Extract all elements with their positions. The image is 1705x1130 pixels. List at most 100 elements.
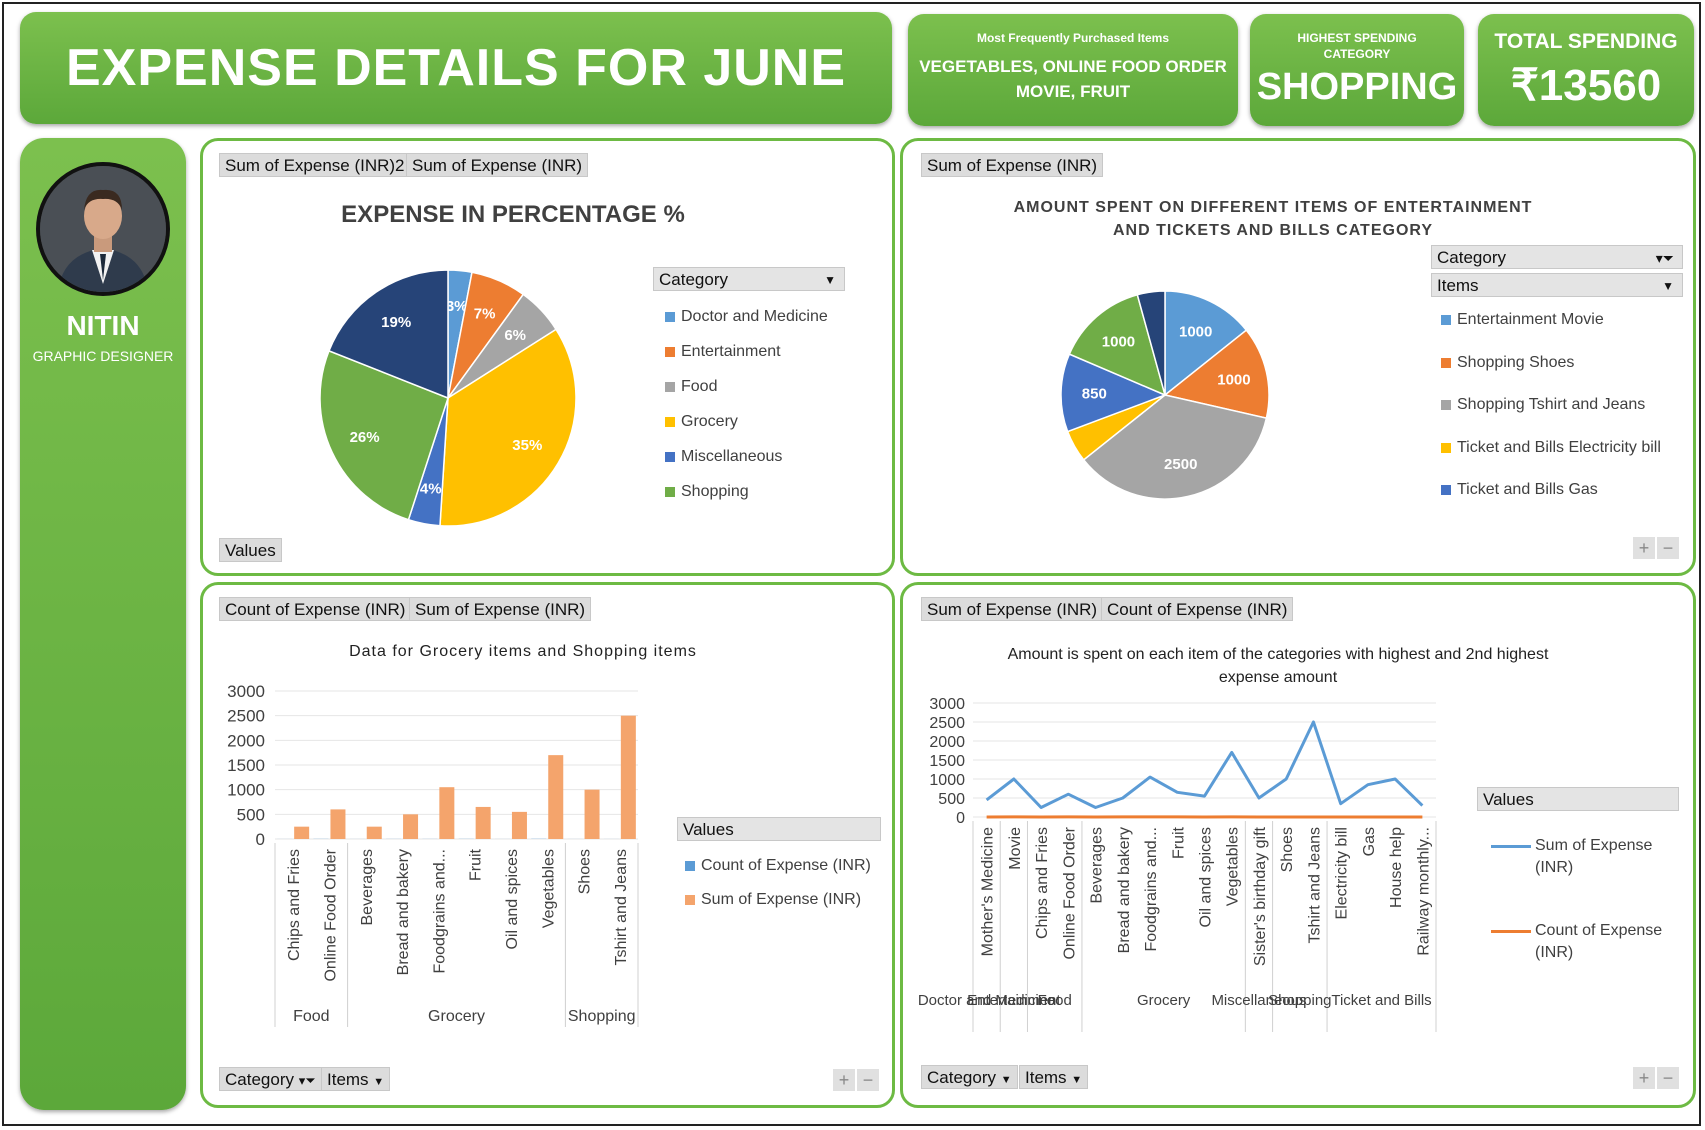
legend-entry[interactable]: Count of Expense (INR): [1491, 920, 1675, 1005]
x-tick-label: Tshirt and Jeans: [613, 849, 630, 966]
bar[interactable]: [330, 809, 346, 839]
y-tick-label: 2500: [929, 715, 965, 732]
legend-header-values: Values: [677, 817, 881, 841]
kpi-total-spending: TOTAL SPENDING ₹13560: [1478, 14, 1694, 126]
legend-entry[interactable]: Shopping Tshirt and Jeans: [1441, 384, 1661, 427]
y-tick-label: 1000: [227, 781, 265, 800]
collapse-icon[interactable]: −: [857, 1069, 879, 1091]
group-label: Food: [1038, 992, 1072, 1009]
legend-entry[interactable]: Doctor and Medicine: [665, 299, 828, 334]
page-title: EXPENSE DETAILS FOR JUNE: [65, 39, 847, 97]
pie-data-label: 1000: [1102, 334, 1135, 351]
pie-data-label: 2500: [1164, 456, 1197, 473]
axis-button-category-label: Category: [225, 1070, 294, 1089]
kpi-highest-value: SHOPPING: [1256, 66, 1458, 108]
field-button-sum-expense[interactable]: Sum of Expense (INR): [409, 597, 592, 621]
bar[interactable]: [548, 755, 564, 839]
chart4-legend: Sum of Expense (INR) Count of Expense (IN…: [1491, 835, 1675, 1005]
legend-label: Count of Expense (INR): [1535, 922, 1663, 961]
legend-entry[interactable]: Entertainment: [665, 334, 828, 369]
legend-entry[interactable]: Count of Expense (INR): [685, 849, 871, 883]
legend-entry[interactable]: Miscellaneous: [665, 439, 828, 474]
title-banner: EXPENSE DETAILS FOR JUNE: [20, 12, 892, 124]
pie-data-label: 4%: [420, 481, 442, 498]
field-button-sum-expense[interactable]: Sum of Expense (INR): [406, 153, 589, 177]
x-tick-label: Chips and Fries: [1034, 827, 1051, 939]
profile-name: NITIN: [66, 310, 140, 341]
legend-swatch: [685, 861, 695, 871]
kpi-frequent-label: Most Frequently Purchased Items: [976, 31, 1170, 45]
legend-entry[interactable]: Ticket and Bills Gas: [1441, 469, 1661, 512]
legend-label: Food: [681, 377, 718, 395]
x-tick-label: Chips and Fries: [286, 849, 303, 961]
bar[interactable]: [439, 787, 455, 839]
y-tick-label: 2000: [929, 734, 965, 751]
axis-button-items[interactable]: Items ▼: [321, 1067, 391, 1091]
legend-entry[interactable]: Food: [665, 369, 828, 404]
field-button-count-expense[interactable]: Count of Expense (INR): [1101, 597, 1294, 621]
pie-data-label: 6%: [504, 327, 526, 344]
legend-filter-category[interactable]: Category ▼: [653, 267, 845, 291]
axis-button-items-label: Items: [1025, 1068, 1067, 1087]
x-tick-label: Online Food Order: [1061, 826, 1078, 959]
field-button-sum-expense[interactable]: Sum of Expense (INR): [921, 597, 1104, 621]
field-button-count-expense[interactable]: Count of Expense (INR): [219, 597, 412, 621]
x-tick-label: Oil and spices: [1198, 827, 1215, 928]
x-tick-label: Foodgrains and...: [1143, 827, 1160, 952]
bar[interactable]: [584, 789, 600, 839]
legend-swatch: [1441, 357, 1451, 368]
field-button-sum-expense-2[interactable]: Sum of Expense (INR)2: [219, 153, 411, 177]
axis-button-category[interactable]: Category ▼: [921, 1065, 1018, 1089]
expand-icon[interactable]: +: [833, 1069, 855, 1091]
bar[interactable]: [620, 715, 636, 839]
legend-filter-category[interactable]: Category ▾⏷: [1431, 245, 1683, 269]
y-tick-label: 2500: [227, 707, 265, 726]
x-tick-label: Sister's birthday gift: [1252, 826, 1269, 966]
line-series[interactable]: [985, 720, 1424, 809]
bar[interactable]: [294, 826, 310, 839]
legend-label: Shopping Tshirt and Jeans: [1457, 396, 1646, 414]
legend-entry[interactable]: Grocery: [665, 404, 828, 439]
dropdown-arrow-icon: ▼: [1071, 1074, 1083, 1086]
collapse-icon[interactable]: −: [1657, 1067, 1679, 1089]
dropdown-arrow-icon: ▼: [1662, 279, 1674, 293]
legend-label: Entertainment: [681, 342, 781, 360]
pie-data-label: 35%: [512, 437, 542, 454]
group-label: Ticket and Bills: [1331, 992, 1431, 1009]
legend-swatch: [1441, 400, 1451, 411]
dropdown-arrow-icon: ▼: [824, 273, 836, 287]
x-tick-label: House help: [1388, 827, 1405, 908]
values-button[interactable]: Values: [219, 538, 282, 562]
field-button-sum-expense[interactable]: Sum of Expense (INR): [921, 153, 1104, 177]
bar[interactable]: [366, 826, 382, 839]
y-tick-label: 500: [938, 791, 965, 808]
bar[interactable]: [403, 814, 419, 839]
axis-button-items[interactable]: Items ▼: [1019, 1065, 1089, 1089]
kpi-total-value: ₹13560: [1510, 61, 1662, 110]
expand-icon[interactable]: +: [1633, 537, 1655, 559]
y-tick-label: 500: [237, 805, 265, 824]
bar[interactable]: [475, 806, 491, 839]
legend-entry[interactable]: Shopping: [665, 474, 828, 509]
pie-data-label: 1000: [1217, 371, 1250, 388]
legend-filter-items[interactable]: Items ▼: [1431, 273, 1683, 297]
legend-entry[interactable]: Shopping Shoes: [1441, 342, 1661, 385]
legend-entry[interactable]: Ticket and Bills Electricity bill: [1441, 427, 1661, 470]
x-tick-label: Bread and bakery: [395, 849, 412, 975]
legend-entry[interactable]: Sum of Expense (INR): [685, 883, 871, 917]
legend-line-marker: [1491, 930, 1531, 933]
x-tick-label: Shoes: [577, 849, 594, 894]
legend-entry[interactable]: Sum of Expense (INR): [1491, 835, 1675, 920]
expand-icon[interactable]: +: [1633, 1067, 1655, 1089]
kpi-total-label: TOTAL SPENDING: [1494, 30, 1678, 53]
collapse-icon[interactable]: −: [1657, 537, 1679, 559]
legend-header-items: Items: [1437, 276, 1479, 295]
legend-entry[interactable]: Entertainment Movie: [1441, 299, 1661, 342]
pie-data-label: 850: [1082, 385, 1107, 402]
axis-button-category[interactable]: Category ▾⏷: [219, 1067, 322, 1091]
pie-data-label: 26%: [350, 429, 380, 446]
x-tick-label: Fruit: [468, 848, 485, 881]
bar[interactable]: [511, 811, 527, 839]
panel-grocery-shopping: Count of Expense (INR) Sum of Expense (I…: [200, 582, 895, 1108]
legend-label: Sum of Expense (INR): [701, 891, 862, 908]
